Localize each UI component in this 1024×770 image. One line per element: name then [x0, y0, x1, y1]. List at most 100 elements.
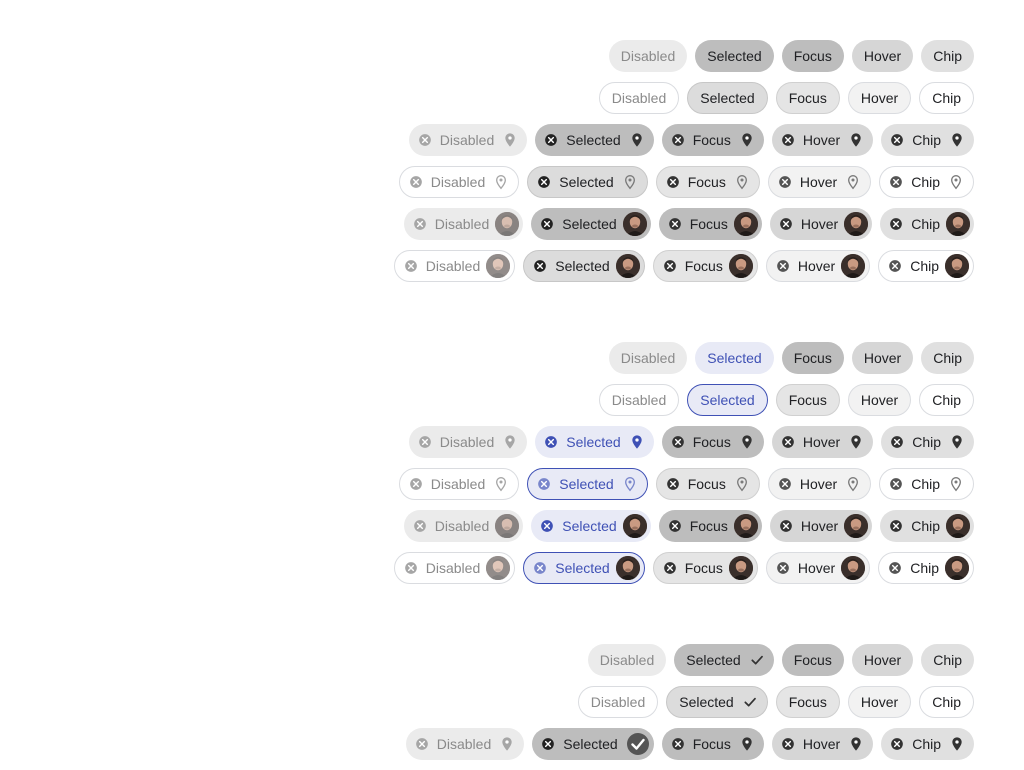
chip-hover[interactable]: Hover	[771, 426, 874, 458]
chip-focus[interactable]: Focus	[781, 342, 844, 374]
chip-focus[interactable]: Focus	[655, 166, 760, 198]
chip-hover[interactable]: Hover	[847, 82, 912, 114]
chip-selected[interactable]: Selected	[695, 342, 774, 374]
chip-chip[interactable]: Chip	[878, 552, 974, 584]
chip-selected[interactable]: Selected	[695, 40, 774, 72]
cancel-icon[interactable]	[537, 175, 551, 189]
chip-selected[interactable]: Selected	[687, 82, 768, 114]
cancel-icon[interactable]	[888, 561, 902, 575]
chip-chip[interactable]: Chip	[879, 166, 974, 198]
chip-focus[interactable]: Focus	[655, 468, 760, 500]
cancel-icon[interactable]	[889, 477, 903, 491]
chip-selected[interactable]: Selected	[666, 686, 768, 718]
cancel-icon[interactable]	[668, 519, 682, 533]
chip-chip[interactable]: Chip	[921, 342, 974, 374]
cancel-icon[interactable]	[889, 217, 903, 231]
cancel-icon[interactable]	[666, 175, 680, 189]
chip-focus[interactable]: Focus	[661, 728, 764, 760]
cancel-icon[interactable]	[663, 561, 677, 575]
chip-chip[interactable]: Chip	[878, 250, 974, 282]
cancel-icon[interactable]	[776, 259, 790, 273]
cancel-icon[interactable]	[533, 259, 547, 273]
chip-hover[interactable]: Hover	[851, 342, 914, 374]
cancel-icon[interactable]	[671, 435, 685, 449]
chip-focus[interactable]: Focus	[775, 686, 840, 718]
chip-chip[interactable]: Chip	[881, 426, 974, 458]
chip-selected[interactable]: Selected	[535, 426, 654, 458]
chip-chip[interactable]: Chip	[919, 686, 974, 718]
cancel-icon[interactable]	[668, 217, 682, 231]
chip-chip[interactable]: Chip	[880, 510, 974, 542]
chip-chip[interactable]: Chip	[880, 208, 974, 240]
cancel-icon[interactable]	[666, 477, 680, 491]
cancel-icon[interactable]	[544, 133, 558, 147]
cancel-icon[interactable]	[781, 737, 795, 751]
chip-hover[interactable]: Hover	[769, 208, 873, 240]
cancel-icon[interactable]	[890, 435, 904, 449]
chip-chip[interactable]: Chip	[881, 728, 974, 760]
chip-selected[interactable]: Selected	[527, 468, 648, 500]
chip-focus[interactable]: Focus	[658, 510, 762, 542]
cancel-icon[interactable]	[889, 519, 903, 533]
cancel-icon[interactable]	[779, 217, 793, 231]
cancel-icon[interactable]	[890, 737, 904, 751]
chip-focus[interactable]: Focus	[781, 40, 844, 72]
cancel-icon[interactable]	[671, 737, 685, 751]
chip-hover[interactable]: Hover	[771, 728, 874, 760]
cancel-icon[interactable]	[671, 133, 685, 147]
cancel-icon[interactable]	[778, 175, 792, 189]
cancel-icon[interactable]	[544, 435, 558, 449]
chip-selected[interactable]: Selected	[535, 124, 654, 156]
chip-hover[interactable]: Hover	[851, 644, 914, 676]
chip-selected[interactable]: Selected	[531, 510, 651, 542]
chip-focus[interactable]: Focus	[658, 208, 762, 240]
cancel-icon[interactable]	[540, 519, 554, 533]
cancel-icon[interactable]	[888, 259, 902, 273]
chip-chip[interactable]: Chip	[921, 644, 974, 676]
cancel-icon[interactable]	[779, 519, 793, 533]
cancel-icon[interactable]	[781, 435, 795, 449]
chip-chip[interactable]: Chip	[919, 82, 974, 114]
chip-disabled: Disabled	[587, 644, 667, 676]
cancel-icon[interactable]	[889, 175, 903, 189]
cancel-icon[interactable]	[541, 737, 555, 751]
chip-hover[interactable]: Hover	[847, 384, 912, 416]
chip-focus[interactable]: Focus	[652, 250, 758, 282]
cancel-icon[interactable]	[663, 259, 677, 273]
chip-focus[interactable]: Focus	[775, 384, 840, 416]
chip-chip[interactable]: Chip	[879, 468, 974, 500]
cancel-icon[interactable]	[537, 477, 551, 491]
chip-selected[interactable]: Selected	[687, 384, 768, 416]
chip-hover[interactable]: Hover	[767, 468, 872, 500]
chip-hover[interactable]: Hover	[851, 40, 914, 72]
chip-hover[interactable]: Hover	[767, 166, 872, 198]
cancel-icon[interactable]	[781, 133, 795, 147]
chip-selected[interactable]: Selected	[532, 728, 654, 760]
chip-selected[interactable]: Selected	[531, 208, 651, 240]
location-pin-icon	[502, 434, 518, 450]
chip-focus[interactable]: Focus	[652, 552, 758, 584]
cancel-icon[interactable]	[533, 561, 547, 575]
chip-focus[interactable]: Focus	[661, 426, 764, 458]
chip-focus[interactable]: Focus	[781, 644, 844, 676]
chip-hover[interactable]: Hover	[769, 510, 873, 542]
chip-chip[interactable]: Chip	[881, 124, 974, 156]
chip-hover[interactable]: Hover	[765, 552, 871, 584]
chip-selected[interactable]: Selected	[523, 552, 645, 584]
chip-chip[interactable]: Chip	[921, 40, 974, 72]
chip-focus[interactable]: Focus	[661, 124, 764, 156]
cancel-icon[interactable]	[890, 133, 904, 147]
cancel-icon[interactable]	[778, 477, 792, 491]
chip-label: Disabled	[434, 518, 490, 534]
cancel-icon[interactable]	[540, 217, 554, 231]
chip-hover[interactable]: Hover	[771, 124, 874, 156]
chip-selected[interactable]: Selected	[527, 166, 648, 198]
check-icon	[742, 694, 758, 710]
chip-hover[interactable]: Hover	[847, 686, 912, 718]
chip-hover[interactable]: Hover	[765, 250, 871, 282]
chip-focus[interactable]: Focus	[775, 82, 840, 114]
cancel-icon[interactable]	[776, 561, 790, 575]
chip-selected[interactable]: Selected	[674, 644, 774, 676]
chip-chip[interactable]: Chip	[919, 384, 974, 416]
chip-selected[interactable]: Selected	[523, 250, 645, 282]
